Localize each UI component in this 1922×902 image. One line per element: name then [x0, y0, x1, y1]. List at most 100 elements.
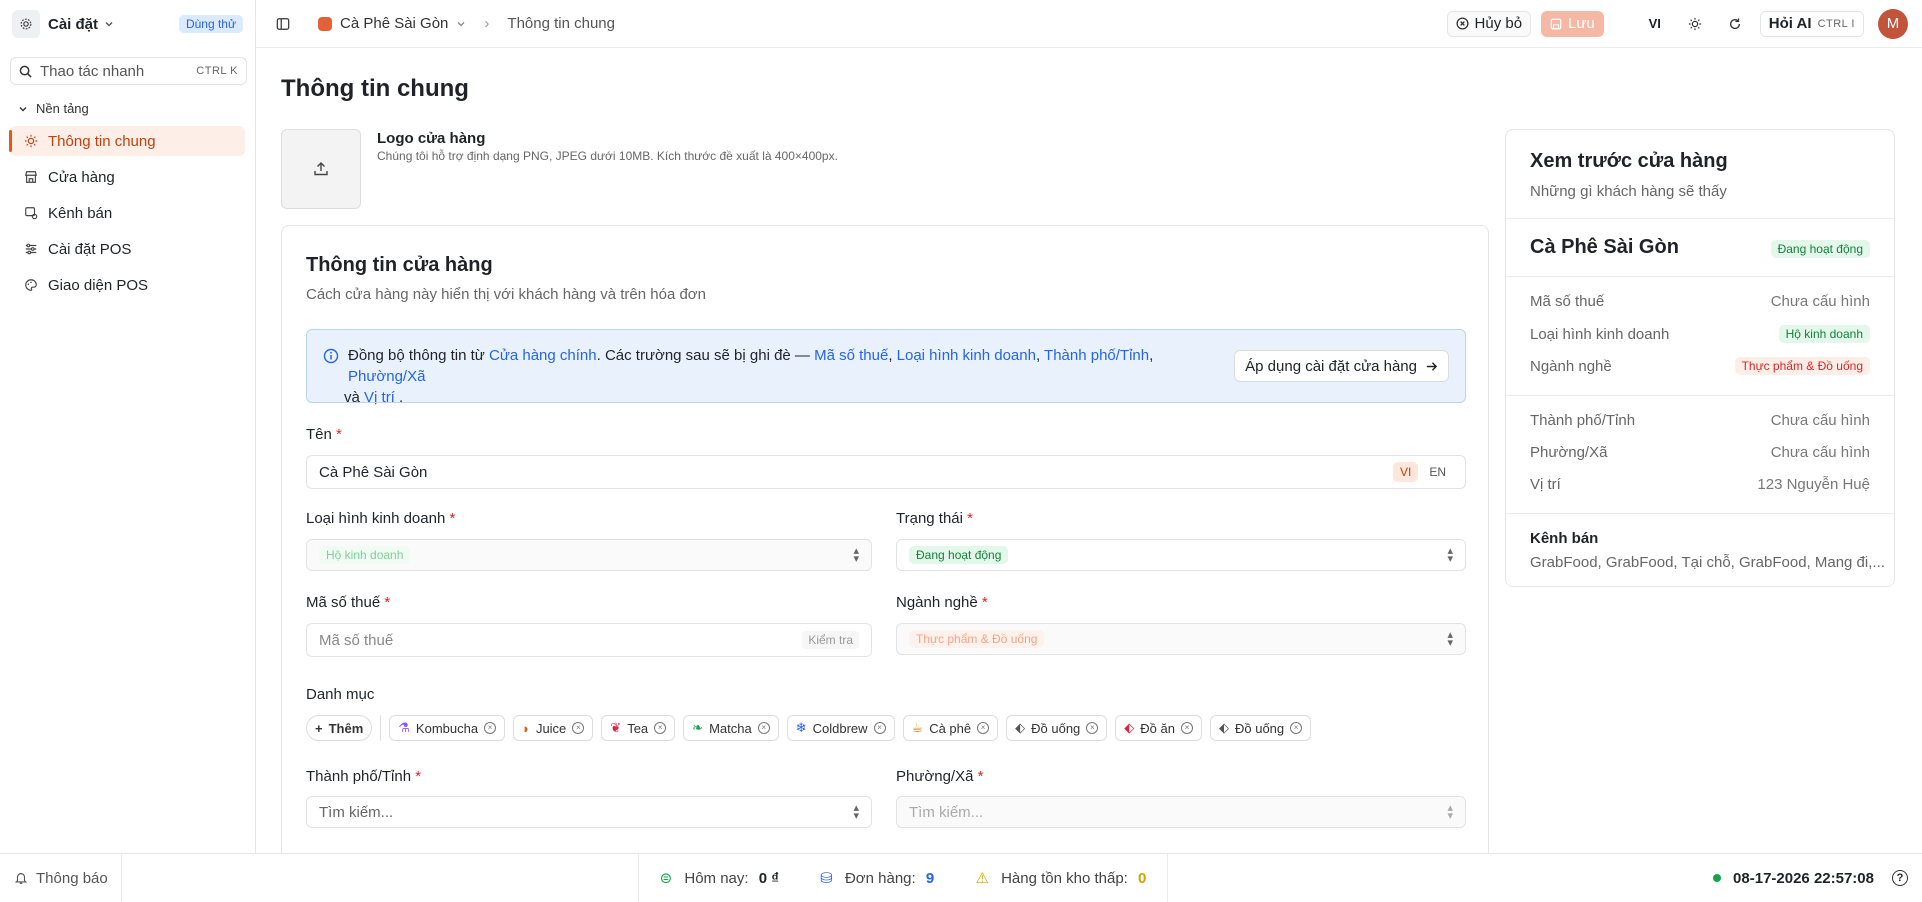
city-placeholder: Tìm kiếm...	[319, 803, 394, 821]
settings-title: Cài đặt	[48, 15, 99, 33]
remove-chip-icon[interactable]: ×	[654, 722, 667, 734]
name-value: Cà Phê Sài Gòn	[319, 463, 428, 481]
section-platform[interactable]: Nền tảng	[0, 101, 255, 116]
today-revenue: ⊜ Hôm nay: 0 ₫	[660, 869, 779, 887]
logo-description: Chúng tôi hỗ trợ định dạng PNG, JPEG dướ…	[377, 149, 838, 163]
business-type-select[interactable]: Hộ kinh doanh ▴ ▾	[306, 539, 872, 571]
chip-label: Đồ uống	[1234, 720, 1285, 736]
city-link[interactable]: Thành phố/Tỉnh	[1044, 347, 1149, 364]
quick-action-search[interactable]: Thao tác nhanh CTRL K	[10, 57, 247, 85]
tax-link[interactable]: Mã số thuế	[814, 347, 888, 364]
lang-vi-toggle[interactable]: VI	[1392, 462, 1419, 482]
location-link[interactable]: Vị trí	[364, 389, 395, 406]
channel-icon	[25, 207, 38, 220]
remove-chip-icon[interactable]: ×	[1086, 722, 1099, 734]
chevron-down-icon[interactable]	[456, 19, 466, 29]
ward-search-select[interactable]: Tìm kiếm... ▴ ▾	[896, 796, 1466, 828]
preview-row: Ngành nghề Thực phẩm & Đồ uống	[1530, 357, 1870, 375]
store-preview-card: Xem trước cửa hàng Những gì khách hàng s…	[1505, 129, 1895, 587]
remove-chip-icon[interactable]: ×	[572, 722, 585, 734]
language-toggle[interactable]: VI	[1640, 11, 1670, 37]
apply-store-settings-button[interactable]: Áp dụng cài đặt cửa hàng	[1234, 350, 1449, 382]
status-badge: Đang hoạt động	[1770, 240, 1870, 258]
divider	[1506, 395, 1894, 396]
industry-select[interactable]: Thực phẩm & Đồ uống ▴ ▾	[896, 623, 1466, 655]
settings-menu[interactable]: Cài đặt	[48, 16, 114, 33]
close-circle-icon	[1455, 17, 1469, 30]
ask-ai-label: Hỏi AI	[1768, 15, 1812, 32]
logo-upload-button[interactable]	[281, 129, 361, 209]
remove-chip-icon[interactable]: ×	[977, 722, 990, 734]
remove-chip-icon[interactable]: ×	[873, 722, 886, 734]
status-value: Đang hoạt động	[909, 546, 1009, 564]
category-chip[interactable]: ❄ Coldbrew ×	[786, 715, 895, 741]
orders-label: Đơn hàng:	[844, 870, 916, 887]
ask-ai-button[interactable]: Hỏi AI CTRL I	[1759, 10, 1864, 37]
refresh-icon[interactable]	[1720, 11, 1750, 37]
divider	[1506, 513, 1894, 514]
store-info-card: Thông tin cửa hàng Cách cửa hàng này hiể…	[281, 225, 1489, 853]
business-type-value: Hộ kinh doanh	[319, 546, 411, 564]
preview-row: Vị trí 123 Nguyễn Huệ	[1530, 476, 1870, 493]
main-store-link[interactable]: Cửa hàng chính	[489, 347, 597, 364]
money-icon: ⊜	[659, 870, 673, 887]
preview-subtitle: Những gì khách hàng sẽ thấy	[1530, 183, 1727, 200]
sidebar-item-pos-appearance[interactable]: Giao diện POS	[10, 270, 245, 300]
help-icon[interactable]: ?	[1892, 870, 1908, 886]
sun-icon[interactable]	[1680, 11, 1710, 37]
category-chip[interactable]: ❧ Matcha ×	[683, 715, 779, 741]
lang-en-toggle[interactable]: EN	[1422, 462, 1453, 482]
remove-chip-icon[interactable]: ×	[484, 722, 497, 734]
toggle-sidebar-icon[interactable]	[274, 11, 292, 37]
sidebar-item-pos-settings[interactable]: Cài đặt POS	[10, 234, 245, 264]
category-chip[interactable]: ◗ Juice ×	[513, 715, 594, 741]
breadcrumb-store[interactable]: Cà Phê Sài Gòn	[340, 15, 448, 32]
category-chip[interactable]: ⬖ Đồ uống ×	[1209, 715, 1312, 741]
chip-label: Matcha	[709, 720, 752, 736]
tax-label: Mã số thuế *	[306, 594, 390, 611]
category-chip[interactable]: ❦ Tea ×	[601, 715, 676, 741]
ward-link[interactable]: Phường/Xã	[348, 368, 425, 385]
low-stock-count: ⚠ Hàng tồn kho thấp: 0	[975, 869, 1146, 887]
card-subtitle: Cách cửa hàng này hiển thị với khách hàn…	[306, 286, 706, 303]
daily-stats: ⊜ Hôm nay: 0 ₫ ⛁ Đơn hàng: 9 ⚠ Hàng tồn …	[638, 854, 1168, 902]
city-search-select[interactable]: Tìm kiếm... ▴ ▾	[306, 796, 872, 828]
plus-icon: +	[315, 720, 323, 736]
add-category-button[interactable]: + Thêm	[306, 715, 373, 741]
add-label: Thêm	[328, 720, 364, 736]
sync-text: ,	[1035, 347, 1045, 364]
preview-title: Xem trước cửa hàng	[1530, 150, 1728, 172]
remove-chip-icon[interactable]: ×	[1290, 722, 1303, 734]
sync-text: .	[394, 389, 404, 406]
status-select[interactable]: Đang hoạt động ▴ ▾	[896, 539, 1466, 571]
cancel-button[interactable]: Hủy bỏ	[1446, 10, 1532, 37]
check-tax-button[interactable]: Kiểm tra	[802, 631, 859, 649]
city-label: Thành phố/Tỉnh *	[306, 768, 421, 785]
tax-input[interactable]: Mã số thuế Kiểm tra	[306, 623, 872, 657]
remove-chip-icon[interactable]: ×	[757, 722, 770, 734]
preview-channels-value: GrabFood, GrabFood, Tại chỗ, GrabFood, M…	[1530, 554, 1885, 571]
gear-icon[interactable]	[12, 10, 40, 38]
name-input[interactable]: Cà Phê Sài Gòn VI EN	[306, 455, 1466, 489]
category-chip[interactable]: ⚗ Kombucha ×	[389, 715, 506, 741]
required-mark: *	[384, 594, 391, 611]
upload-icon	[314, 162, 328, 176]
category-chip[interactable]: ⬖ Đồ ăn ×	[1115, 715, 1202, 741]
row-value: Thực phẩm & Đồ uống	[1734, 357, 1870, 375]
save-button[interactable]: Lưu	[1541, 10, 1604, 37]
notifications-button[interactable]: Thông báo	[0, 854, 122, 902]
ward-placeholder: Tìm kiếm...	[909, 803, 984, 821]
avatar[interactable]: M	[1878, 8, 1908, 39]
status-bar: Thông báo ⊜ Hôm nay: 0 ₫ ⛁ Đơn hàng: 9 ⚠…	[0, 853, 1922, 902]
category-chip[interactable]: ⬖ Đồ uống ×	[1006, 715, 1108, 741]
breadcrumb: Cà Phê Sài Gòn › Thông tin chung	[318, 15, 615, 32]
trial-badge: Dùng thử	[178, 15, 243, 33]
sidebar-header: Cài đặt Dùng thử	[0, 0, 255, 48]
row-label: Mã số thuế	[1530, 293, 1605, 310]
business-type-link[interactable]: Loại hình kinh doanh	[897, 347, 1036, 364]
sidebar-item-store[interactable]: Cửa hàng	[10, 162, 245, 192]
sidebar-item-channels[interactable]: Kênh bán	[10, 198, 245, 228]
sidebar-item-general[interactable]: Thông tin chung	[9, 126, 245, 156]
remove-chip-icon[interactable]: ×	[1180, 722, 1193, 734]
category-chip[interactable]: ☕ Cà phê ×	[902, 715, 999, 741]
